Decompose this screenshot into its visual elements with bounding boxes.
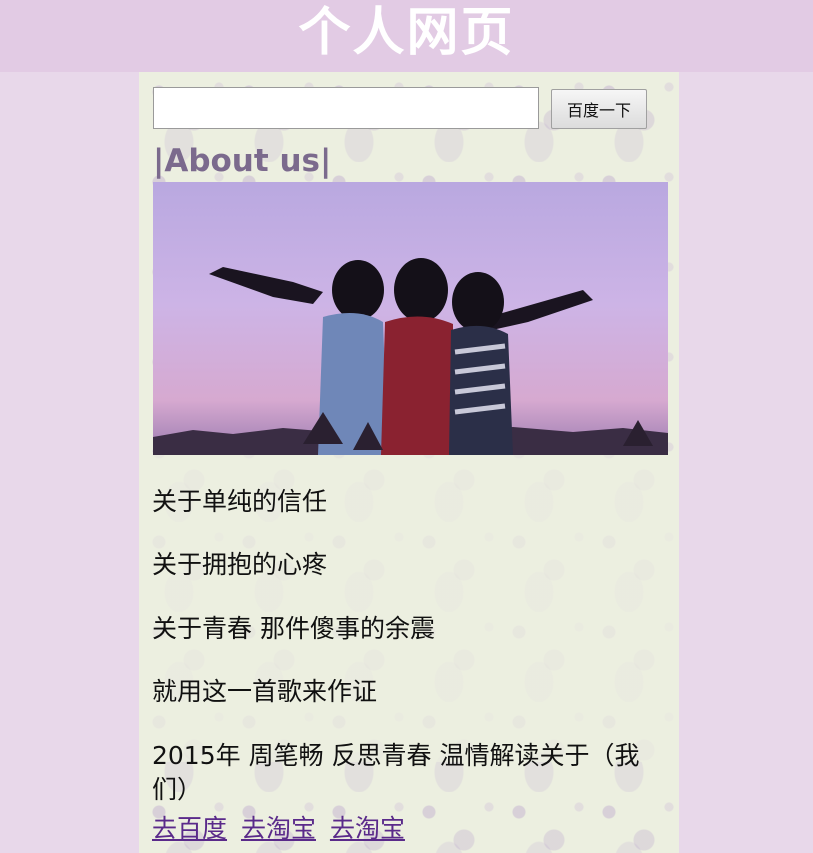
page-header: 个人网页	[0, 0, 813, 72]
search-input[interactable]	[153, 87, 539, 129]
lyric-line-2: 关于拥抱的心疼	[152, 550, 328, 579]
link-taobao-2[interactable]: 去淘宝	[330, 814, 405, 843]
link-taobao[interactable]: 去淘宝	[241, 814, 316, 843]
link-bar: 去百度 去淘宝 去淘宝	[152, 812, 411, 846]
main-content: 百度一下 |About us| 关于单纯的信任 关于拥抱的心疼 关于青春 那件傻…	[139, 72, 679, 853]
link-baidu[interactable]: 去百度	[152, 814, 227, 843]
friends-photo	[153, 182, 668, 455]
about-heading: |About us|	[153, 143, 332, 179]
page-title: 个人网页	[298, 3, 515, 63]
lyric-line-4: 就用这一首歌来作证	[152, 677, 378, 706]
lyric-line-5: 2015年 周笔畅 反思青春 温情解读关于（我们）	[152, 741, 640, 804]
lyric-line-1: 关于单纯的信任	[152, 487, 328, 516]
lyric-line-3: 关于青春 那件傻事的余震	[152, 614, 435, 643]
search-button[interactable]: 百度一下	[551, 89, 647, 129]
